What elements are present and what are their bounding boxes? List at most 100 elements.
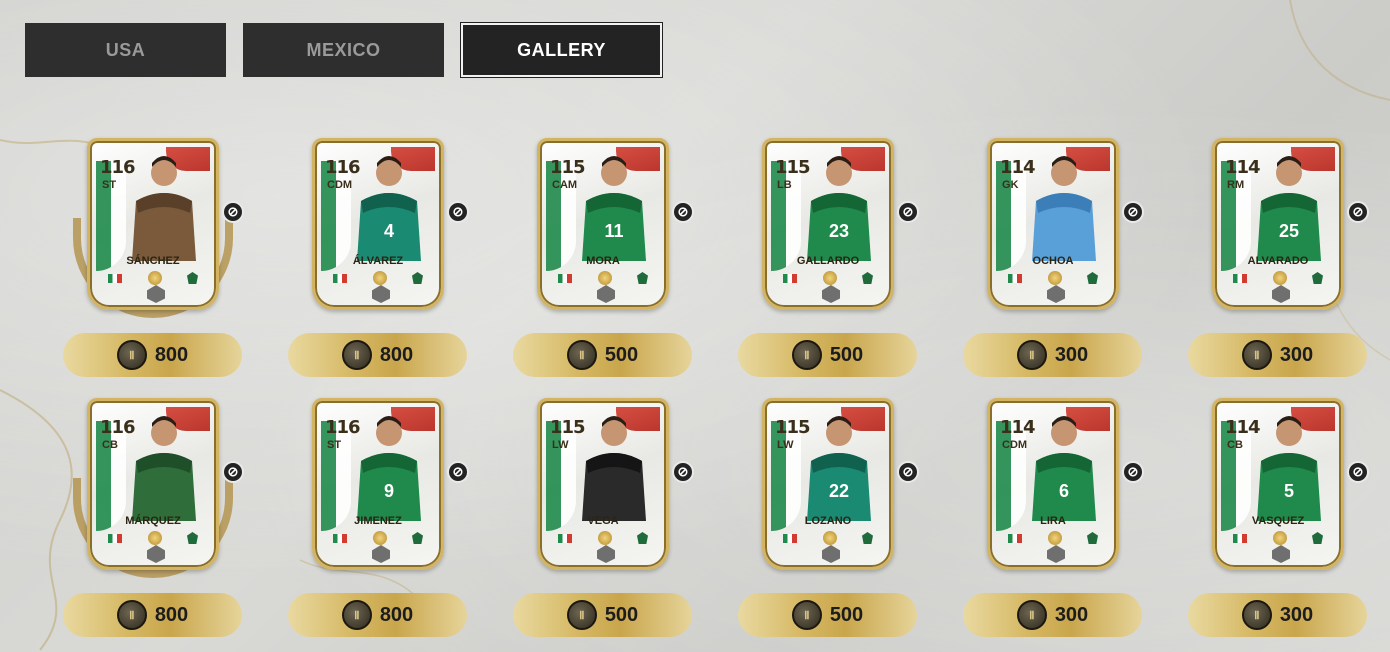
league-badge-icon (1272, 271, 1287, 285)
player-card[interactable]: 22 115 LW LOZANO (762, 398, 894, 570)
token-coin-icon: Ⅱ (791, 600, 822, 630)
price-button[interactable]: Ⅱ 800 (63, 593, 242, 637)
card-player-name: SÁNCHEZ (126, 255, 180, 267)
price-button[interactable]: Ⅱ 500 (738, 593, 917, 637)
token-coin-icon: Ⅱ (566, 340, 597, 370)
player-item[interactable]: 5 114 CB VASQUEZ ⊘ Ⅱ 300 (1188, 398, 1369, 638)
card-attributes (783, 271, 873, 285)
player-card[interactable]: 116 CB MÁRQUEZ (87, 398, 219, 570)
card-attributes (783, 531, 873, 545)
price-button[interactable]: Ⅱ 500 (513, 593, 692, 637)
player-item[interactable]: 116 CB MÁRQUEZ ⊘ Ⅱ 800 (63, 398, 244, 638)
card-gem-icon (372, 545, 390, 563)
price-value: 500 (829, 343, 864, 366)
untradeable-icon: ⊘ (1347, 201, 1369, 223)
jersey-number: 25 (1279, 221, 1299, 241)
price-button[interactable]: Ⅱ 800 (63, 333, 242, 377)
player-item[interactable]: 6 114 CDM LIRA ⊘ Ⅱ 300 (963, 398, 1144, 638)
token-coin-icon: Ⅱ (341, 600, 372, 630)
mexico-flag-icon (1233, 273, 1247, 283)
card-position: ST (327, 439, 342, 451)
player-card[interactable]: 11 115 CAM MORA (537, 138, 669, 310)
card-position: RM (1227, 179, 1245, 191)
card-player-name: MORA (586, 255, 620, 267)
untradeable-icon: ⊘ (897, 201, 919, 223)
price-button[interactable]: Ⅱ 300 (963, 333, 1142, 377)
card-position: GK (1002, 179, 1019, 191)
player-card[interactable]: 4 116 CDM ÁLVAREZ (312, 138, 444, 310)
token-coin-icon: Ⅱ (1241, 600, 1272, 630)
price-value: 500 (829, 603, 864, 626)
card-player-name: VASQUEZ (1251, 515, 1305, 527)
player-card[interactable]: 6 114 CDM LIRA (987, 398, 1119, 570)
club-crest-icon (862, 532, 873, 544)
mexico-flag-icon (108, 533, 122, 543)
player-item[interactable]: 9 116 ST JIMENEZ ⊘ Ⅱ 800 (288, 398, 469, 638)
league-badge-icon (1272, 531, 1287, 545)
price-button[interactable]: Ⅱ 800 (288, 333, 467, 377)
club-crest-icon (1312, 272, 1323, 284)
card-attributes (1008, 271, 1098, 285)
player-item[interactable]: 11 115 CAM MORA ⊘ Ⅱ 500 (513, 138, 694, 378)
price-button[interactable]: Ⅱ 500 (738, 333, 917, 377)
player-portrait (132, 156, 196, 261)
card-attributes (333, 531, 423, 545)
player-item[interactable]: 25 114 RM ALVARADO ⊘ Ⅱ 300 (1188, 138, 1369, 378)
jersey-number: 4 (384, 221, 394, 241)
token-coin-icon: Ⅱ (116, 600, 147, 630)
card-rating: 116 (325, 157, 361, 178)
card-position: LW (777, 439, 794, 451)
price-button[interactable]: Ⅱ 300 (1188, 333, 1367, 377)
price-button[interactable]: Ⅱ 300 (963, 593, 1142, 637)
player-card[interactable]: 9 116 ST JIMENEZ (312, 398, 444, 570)
card-gem-icon (822, 285, 840, 303)
player-card[interactable]: 5 114 CB VASQUEZ (1212, 398, 1344, 570)
untradeable-icon: ⊘ (222, 201, 244, 223)
player-portrait: 5 (1257, 416, 1321, 521)
club-crest-icon (412, 272, 423, 284)
untradeable-icon: ⊘ (672, 461, 694, 483)
tab-mexico[interactable]: MEXICO (243, 23, 444, 77)
card-gem-icon (1047, 545, 1065, 563)
club-crest-icon (637, 272, 648, 284)
card-rating: 114 (1225, 157, 1261, 178)
player-item[interactable]: 4 116 CDM ÁLVAREZ ⊘ Ⅱ 800 (288, 138, 469, 378)
untradeable-icon: ⊘ (1347, 461, 1369, 483)
price-button[interactable]: Ⅱ 500 (513, 333, 692, 377)
player-item[interactable]: 114 GK OCHOA ⊘ Ⅱ 300 (963, 138, 1144, 378)
price-button[interactable]: Ⅱ 800 (288, 593, 467, 637)
tab-gallery[interactable]: GALLERY (460, 22, 663, 78)
card-attributes (108, 271, 198, 285)
card-player-name: OCHOA (1032, 255, 1074, 267)
league-badge-icon (372, 531, 387, 545)
player-item[interactable]: 23 115 LB GALLARDO ⊘ Ⅱ 500 (738, 138, 919, 378)
player-portrait: 25 (1257, 156, 1321, 261)
player-portrait (582, 416, 646, 521)
untradeable-icon: ⊘ (1122, 201, 1144, 223)
player-card[interactable]: 114 GK OCHOA (987, 138, 1119, 310)
player-item[interactable]: 115 LW VEGA ⊘ Ⅱ 500 (513, 398, 694, 638)
card-gem-icon (597, 545, 615, 563)
jersey-number: 5 (1284, 481, 1294, 501)
card-player-name: LIRA (1040, 515, 1066, 527)
player-portrait: 11 (582, 156, 646, 261)
player-item[interactable]: 22 115 LW LOZANO ⊘ Ⅱ 500 (738, 398, 919, 638)
price-button[interactable]: Ⅱ 300 (1188, 593, 1367, 637)
league-badge-icon (1047, 531, 1062, 545)
tab-usa[interactable]: USA (25, 23, 226, 77)
token-coin-icon: Ⅱ (341, 340, 372, 370)
mexico-flag-icon (1008, 533, 1022, 543)
card-player-name: ALVARADO (1247, 255, 1309, 267)
player-card[interactable]: 116 ST SÁNCHEZ (87, 138, 219, 310)
card-gem-icon (372, 285, 390, 303)
player-item[interactable]: 116 ST SÁNCHEZ ⊘ Ⅱ 800 (63, 138, 244, 378)
player-card[interactable]: 25 114 RM ALVARADO (1212, 138, 1344, 310)
league-badge-icon (597, 271, 612, 285)
player-card[interactable]: 23 115 LB GALLARDO (762, 138, 894, 310)
mexico-flag-icon (558, 273, 572, 283)
card-rating: 115 (775, 157, 811, 178)
league-badge-icon (822, 531, 837, 545)
player-card[interactable]: 115 LW VEGA (537, 398, 669, 570)
price-value: 500 (604, 603, 639, 626)
player-portrait: 4 (357, 156, 421, 261)
